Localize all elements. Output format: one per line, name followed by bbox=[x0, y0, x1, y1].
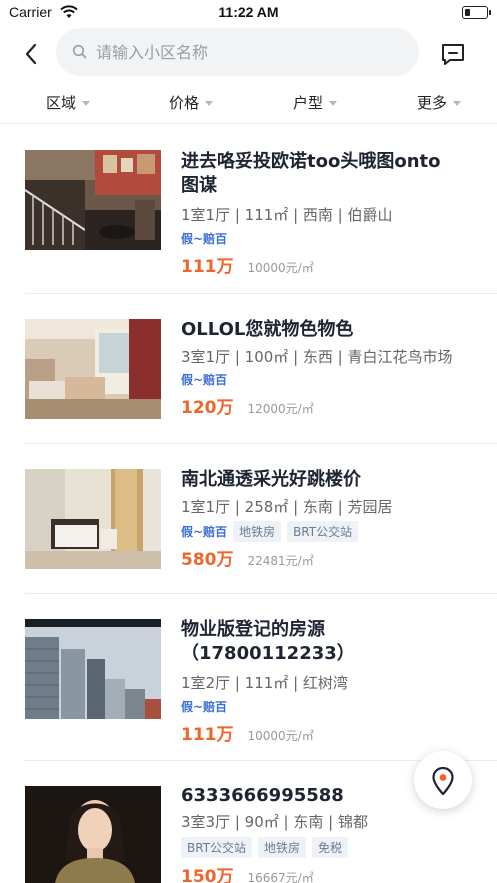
back-button[interactable] bbox=[18, 40, 46, 68]
fake-guarantee-tag: 假~赔百 bbox=[181, 232, 228, 246]
price-row: 111万 10000元/㎡ bbox=[181, 720, 314, 745]
listing-tags: 假~赔百 地铁房 BRT公交站 bbox=[181, 521, 359, 542]
fake-guarantee-tag: 假~赔百 bbox=[181, 525, 228, 539]
filter-region[interactable]: 区域 bbox=[46, 92, 91, 113]
fake-guarantee-tag: 假~赔百 bbox=[181, 373, 228, 387]
listing-tags: 假~赔百 bbox=[181, 371, 227, 388]
listing-price: 111万 bbox=[181, 257, 234, 277]
price-row: 120万 12000元/㎡ bbox=[181, 393, 314, 418]
listing-meta: 1室1厅 | 258㎡ | 东南 | 芳园居 bbox=[181, 498, 393, 516]
caret-down-icon bbox=[329, 101, 338, 106]
location-pin-icon bbox=[432, 766, 454, 796]
title-line: 物业版登记的房源 bbox=[181, 619, 325, 640]
listing-title: 物业版登记的房源 （17800112233） bbox=[181, 618, 481, 666]
battery-icon bbox=[462, 6, 491, 19]
listing-meta: 1室2厅 | 111㎡ | 红树湾 bbox=[181, 674, 348, 692]
listing-tags: 假~赔百 bbox=[181, 230, 227, 247]
listing-tags: 假~赔百 bbox=[181, 698, 227, 715]
search-icon bbox=[72, 44, 88, 64]
price-row: 111万 10000元/㎡ bbox=[181, 252, 314, 277]
listing-photo bbox=[25, 319, 161, 419]
caret-down-icon bbox=[82, 101, 91, 106]
listing-unit-price: 12000元/㎡ bbox=[247, 402, 314, 416]
listing-unit-price: 16667元/㎡ bbox=[247, 871, 314, 883]
listing-title: OLLOL您就物色物色 bbox=[181, 318, 481, 342]
caret-down-icon bbox=[453, 101, 462, 106]
listing-price: 120万 bbox=[181, 398, 234, 418]
listing-title: 南北通透采光好跳楼价 bbox=[181, 468, 481, 492]
filter-label: 区域 bbox=[46, 94, 77, 112]
listing-unit-price: 10000元/㎡ bbox=[247, 261, 314, 275]
filter-layout[interactable]: 户型 bbox=[293, 92, 338, 113]
title-line: 南北通透采光好跳楼价 bbox=[181, 469, 361, 490]
listing-price: 580万 bbox=[181, 550, 234, 570]
feature-tag: 地铁房 bbox=[233, 521, 282, 542]
title-line: （17800112233） bbox=[181, 643, 355, 664]
listing-item[interactable]: 物业版登记的房源 （17800112233） 1室2厅 | 111㎡ | 红树湾… bbox=[0, 594, 497, 761]
feature-tag: BRT公交站 bbox=[287, 521, 359, 542]
listing-photo bbox=[25, 469, 161, 569]
title-line: 进去咯妥投欧诺too头哦图onto bbox=[181, 151, 441, 172]
listing-unit-price: 10000元/㎡ bbox=[247, 729, 314, 743]
filter-price[interactable]: 价格 bbox=[169, 92, 214, 113]
filter-bar: 区域 价格 户型 更多 bbox=[0, 84, 497, 124]
feature-tag: 免税 bbox=[312, 837, 349, 858]
listing-meta: 1室1厅 | 111㎡ | 西南 | 伯爵山 bbox=[181, 206, 393, 224]
fake-guarantee-tag: 假~赔百 bbox=[181, 700, 228, 714]
map-button[interactable] bbox=[414, 751, 472, 809]
feature-tag: BRT公交站 bbox=[181, 837, 253, 858]
listing-tags: BRT公交站 地铁房 免税 bbox=[181, 837, 349, 858]
listing-item[interactable]: 进去咯妥投欧诺too头哦图onto 图谋 1室1厅 | 111㎡ | 西南 | … bbox=[0, 128, 497, 294]
search-bar[interactable] bbox=[56, 28, 419, 76]
filter-label: 户型 bbox=[293, 94, 324, 112]
title-line: OLLOL您就物色物色 bbox=[181, 319, 354, 340]
filter-more[interactable]: 更多 bbox=[417, 92, 462, 113]
listing-unit-price: 22481元/㎡ bbox=[247, 554, 314, 568]
clock: 11:22 AM bbox=[218, 4, 279, 20]
filter-label: 价格 bbox=[169, 94, 200, 112]
caret-down-icon bbox=[205, 101, 214, 106]
listing-title: 进去咯妥投欧诺too头哦图onto 图谋 bbox=[181, 150, 481, 198]
chevron-left-icon bbox=[25, 43, 37, 65]
listing-photo bbox=[25, 150, 161, 250]
search-input[interactable] bbox=[96, 28, 406, 76]
message-button[interactable] bbox=[439, 40, 467, 68]
listing-item[interactable]: OLLOL您就物色物色 3室1厅 | 100㎡ | 东西 | 青白江花鸟市场 假… bbox=[0, 294, 497, 444]
price-row: 580万 22481元/㎡ bbox=[181, 545, 314, 570]
title-line: 图谋 bbox=[181, 175, 217, 196]
listing-price: 150万 bbox=[181, 867, 234, 883]
listing-meta: 3室1厅 | 100㎡ | 东西 | 青白江花鸟市场 bbox=[181, 348, 453, 366]
listing-price: 111万 bbox=[181, 725, 234, 745]
listing-photo bbox=[25, 786, 161, 883]
listing-item[interactable]: 南北通透采光好跳楼价 1室1厅 | 258㎡ | 东南 | 芳园居 假~赔百 地… bbox=[0, 444, 497, 594]
status-bar: Carrier 11:22 AM bbox=[0, 0, 497, 26]
feature-tag: 地铁房 bbox=[258, 837, 307, 858]
price-row: 150万 16667元/㎡ bbox=[181, 862, 314, 883]
nav-bar bbox=[0, 26, 497, 82]
listing-photo bbox=[25, 619, 161, 719]
message-icon bbox=[442, 44, 464, 65]
listing-meta: 3室3厅 | 90㎡ | 东南 | 锦都 bbox=[181, 813, 368, 831]
filter-label: 更多 bbox=[417, 94, 448, 112]
